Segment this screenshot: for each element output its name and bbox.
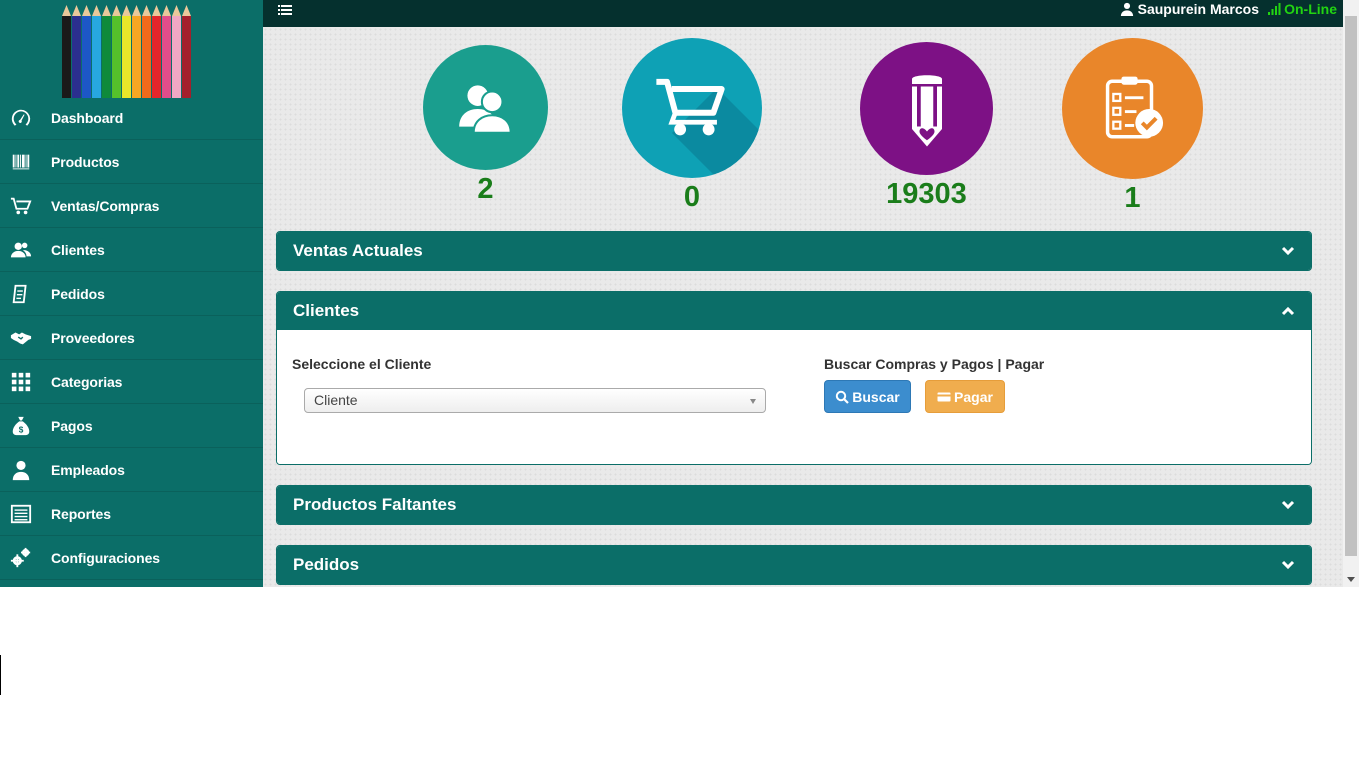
top-bar: Saupurein Marcos On-Line <box>263 0 1343 27</box>
sidebar-item-label: Ventas/Compras <box>51 197 160 214</box>
colored-pencils-logo <box>60 4 196 98</box>
scroll-up-arrow-icon[interactable] <box>1343 0 1359 14</box>
sidebar-item-label: Pagos <box>51 417 93 434</box>
chevron-down-icon[interactable] <box>1281 498 1295 512</box>
vertical-scrollbar[interactable] <box>1343 0 1359 587</box>
sidebar-item-label: Dashboard <box>51 109 124 126</box>
stat-clientes[interactable]: 2 <box>423 45 548 206</box>
user-name: Saupurein Marcos <box>1137 1 1259 17</box>
user-icon <box>1120 2 1133 16</box>
stat-count: 0 <box>683 181 701 213</box>
sidebar-item-label: Configuraciones <box>51 549 160 566</box>
stat-count: 19303 <box>886 178 967 210</box>
list-icon <box>10 503 32 525</box>
actions-label: Buscar Compras y Pagos | Pagar <box>824 356 1045 372</box>
credit-card-icon <box>937 392 951 401</box>
stat-productos[interactable]: 19303 <box>860 42 993 211</box>
gears-icon <box>10 547 32 569</box>
buscar-label: Buscar <box>852 388 900 405</box>
client-select[interactable]: Cliente <box>304 388 766 413</box>
panel-title: Clientes <box>293 301 360 320</box>
stat-ventas[interactable]: 0 <box>622 38 762 214</box>
pagar-button[interactable]: Pagar <box>925 380 1005 413</box>
stat-pedidos[interactable]: 1 <box>1062 38 1203 215</box>
panel-body: Seleccione el Cliente Cliente Buscar Com… <box>277 330 1311 464</box>
sidebar: Dashboard Productos Ventas/Compras Clien… <box>0 0 263 587</box>
main-content: 2 0 19303 1 Ventas Actuales Clientes Sel… <box>263 27 1343 587</box>
sidebar-item-label: Productos <box>51 153 120 170</box>
pagar-label: Pagar <box>954 388 993 405</box>
client-select-value: Cliente <box>314 392 358 408</box>
scroll-down-arrow-icon[interactable] <box>1343 573 1359 587</box>
sidebar-item-pagos[interactable]: $ Pagos <box>0 404 263 448</box>
sidebar-item-proveedores[interactable]: Proveedores <box>0 316 263 360</box>
dropdown-arrow-icon <box>750 399 756 404</box>
sidebar-item-productos[interactable]: Productos <box>0 140 263 184</box>
sidebar-nav: Dashboard Productos Ventas/Compras Clien… <box>0 96 263 580</box>
checklist-icon <box>1062 38 1203 179</box>
sidebar-item-categorias[interactable]: Categorias <box>0 360 263 404</box>
panel-title: Productos Faltantes <box>293 495 457 514</box>
dashboard-icon <box>10 107 32 129</box>
scroll-thumb[interactable] <box>1345 16 1357 556</box>
users-icon <box>423 45 548 170</box>
buscar-button[interactable]: Buscar <box>824 380 911 413</box>
cart-icon <box>10 195 32 217</box>
chevron-down-icon[interactable] <box>1281 244 1295 258</box>
sidebar-item-label: Reportes <box>51 505 111 522</box>
panel-header[interactable]: Pedidos <box>277 546 1311 584</box>
users-icon <box>10 239 32 261</box>
app-window: Dashboard Productos Ventas/Compras Clien… <box>0 0 1366 587</box>
clipboard-icon <box>10 283 32 305</box>
sidebar-item-empleados[interactable]: Empleados <box>0 448 263 492</box>
sidebar-item-label: Proveedores <box>51 329 135 346</box>
panel-header[interactable]: Productos Faltantes <box>277 486 1311 524</box>
panel-clientes: Clientes Seleccione el Cliente Cliente B… <box>276 291 1312 465</box>
sidebar-item-label: Pedidos <box>51 285 105 302</box>
panel-productos-faltantes: Productos Faltantes <box>276 485 1312 525</box>
panel-header[interactable]: Ventas Actuales <box>277 232 1311 270</box>
stat-count: 1 <box>1124 182 1141 214</box>
status-text: On-Line <box>1284 1 1337 17</box>
stat-count: 2 <box>477 173 494 205</box>
signal-icon <box>1268 3 1281 15</box>
panel-ventas-actuales: Ventas Actuales <box>276 231 1312 271</box>
panel-title: Ventas Actuales <box>293 241 423 260</box>
user-menu[interactable]: Saupurein Marcos <box>1120 1 1259 17</box>
panel-pedidos: Pedidos <box>276 545 1312 585</box>
sidebar-item-dashboard[interactable]: Dashboard <box>0 96 263 140</box>
panel-title: Pedidos <box>293 555 360 574</box>
sidebar-item-label: Categorias <box>51 373 123 390</box>
menu-toggle-icon[interactable] <box>277 2 293 18</box>
text-cursor <box>0 655 1 695</box>
sidebar-item-ventas-compras[interactable]: Ventas/Compras <box>0 184 263 228</box>
pencil-icon <box>860 42 993 175</box>
search-icon <box>836 390 850 404</box>
money-bag-icon: $ <box>10 415 32 437</box>
chevron-up-icon[interactable] <box>1281 304 1295 318</box>
select-client-label: Seleccione el Cliente <box>292 356 432 372</box>
sidebar-item-label: Clientes <box>51 241 105 258</box>
sidebar-item-pedidos[interactable]: Pedidos <box>0 272 263 316</box>
grid-icon <box>10 371 32 393</box>
connection-status: On-Line <box>1268 1 1337 17</box>
cart-icon <box>622 38 762 178</box>
barcode-icon <box>10 151 32 173</box>
panel-header[interactable]: Clientes <box>277 292 1311 330</box>
svg-text:$: $ <box>19 425 24 434</box>
chevron-down-icon[interactable] <box>1281 558 1295 572</box>
sidebar-item-clientes[interactable]: Clientes <box>0 228 263 272</box>
sidebar-item-label: Empleados <box>51 461 125 478</box>
sidebar-item-reportes[interactable]: Reportes <box>0 492 263 536</box>
sidebar-item-configuraciones[interactable]: Configuraciones <box>0 536 263 580</box>
user-icon <box>10 459 32 481</box>
handshake-icon <box>10 327 32 349</box>
